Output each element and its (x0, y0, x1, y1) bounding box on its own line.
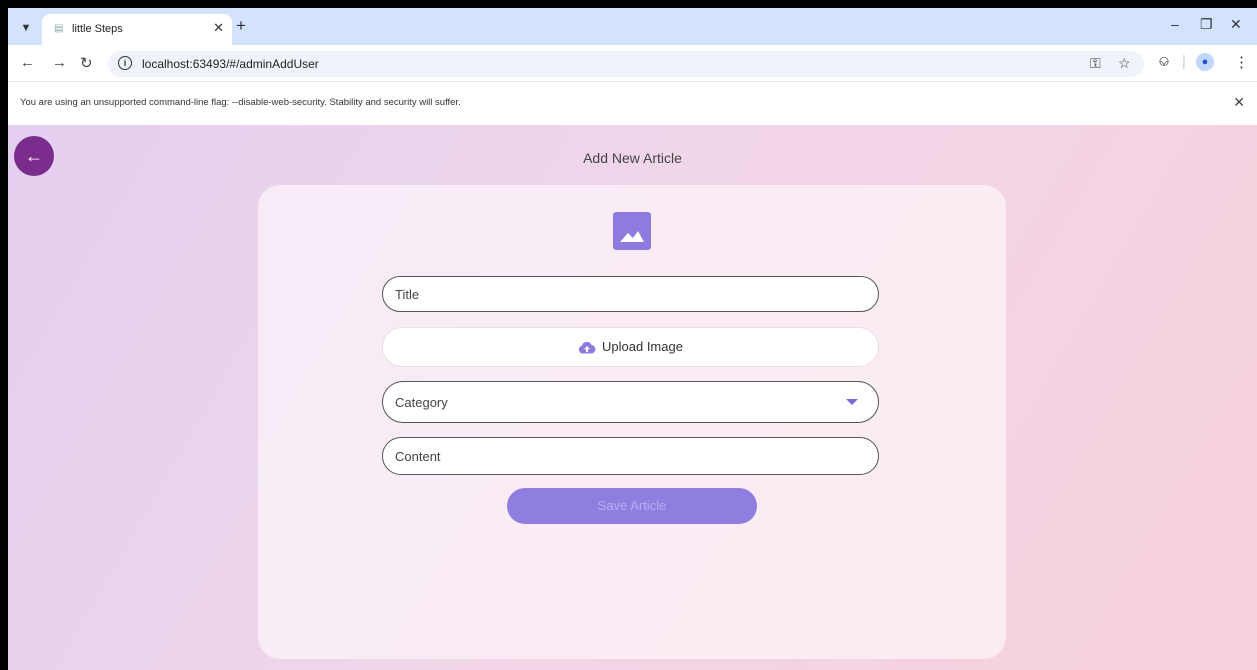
content-field[interactable] (382, 437, 879, 475)
browser-toolbar: ← → ↻ i localhost:63493/#/adminAddUser ⚿… (8, 45, 1257, 81)
extensions-icon[interactable]: ⎉ (1158, 53, 1170, 70)
tab-search-icon[interactable]: ▼ (16, 18, 36, 38)
content-input[interactable] (383, 438, 878, 474)
image-placeholder-icon[interactable] (613, 212, 651, 250)
close-tab-icon[interactable]: ✕ (213, 20, 224, 36)
address-bar[interactable]: i localhost:63493/#/adminAddUser ⚿ ☆ (108, 51, 1144, 77)
close-window-icon[interactable]: ✕ (1230, 16, 1242, 33)
kebab-menu-icon[interactable]: ⋮ (1234, 53, 1249, 71)
toolbar-divider: | (1182, 53, 1186, 70)
site-info-icon[interactable]: i (118, 56, 132, 70)
back-nav-icon[interactable]: ← (20, 54, 35, 71)
favicon-icon: ▤ (54, 23, 64, 34)
restore-icon[interactable]: ❐ (1200, 16, 1213, 33)
tab-title: little Steps (72, 23, 123, 35)
cloud-upload-icon (578, 341, 596, 354)
forward-nav-icon[interactable]: → (52, 54, 67, 71)
title-field[interactable] (382, 276, 879, 312)
url-text[interactable]: localhost:63493/#/adminAddUser (142, 57, 319, 71)
new-tab-icon[interactable]: + (236, 16, 246, 36)
save-article-button[interactable]: Save Article (507, 488, 757, 524)
category-dropdown[interactable]: Category (382, 381, 879, 423)
page-title: Add New Article (583, 150, 682, 166)
upload-image-button[interactable]: Upload Image (382, 327, 879, 367)
close-infobar-icon[interactable]: ✕ (1233, 94, 1245, 111)
browser-window: ▼ ▤ little Steps ✕ + – ❐ ✕ ← → ↻ i local… (8, 8, 1257, 670)
category-label: Category (395, 395, 448, 410)
article-form-card: Upload Image Category Save Article (258, 185, 1006, 659)
minimize-icon[interactable]: – (1171, 16, 1179, 32)
caret-down-icon (846, 399, 858, 405)
warning-infobar: You are using an unsupported command-lin… (8, 81, 1257, 126)
tab-little-steps[interactable]: ▤ little Steps ✕ (42, 14, 232, 45)
upload-image-label: Upload Image (602, 339, 683, 354)
reload-icon[interactable]: ↻ (80, 54, 93, 72)
app-body: ← Add New Article Upload Image (8, 125, 1257, 670)
profile-avatar-icon[interactable]: ● (1196, 53, 1214, 71)
tab-strip: ▼ ▤ little Steps ✕ + – ❐ ✕ (8, 8, 1257, 45)
bookmark-star-icon[interactable]: ☆ (1118, 55, 1131, 72)
title-input[interactable] (383, 277, 878, 311)
password-key-icon[interactable]: ⚿ (1090, 55, 1101, 72)
infobar-message: You are using an unsupported command-lin… (20, 97, 461, 108)
